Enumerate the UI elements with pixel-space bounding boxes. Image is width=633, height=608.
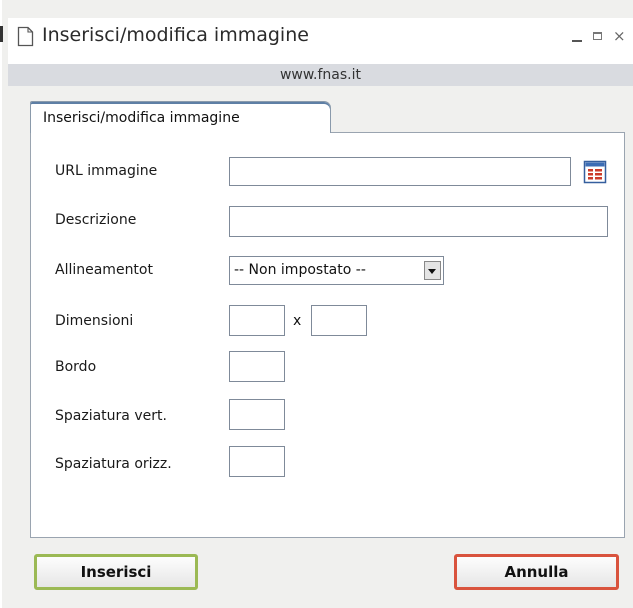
vspace-label: Spaziatura vert. bbox=[55, 408, 167, 424]
left-window-edge bbox=[0, 0, 3, 608]
url-bar: www.fnas.it bbox=[8, 64, 633, 86]
tab-insert-edit-image[interactable]: Inserisci/modifica immagine bbox=[30, 101, 331, 133]
insert-button[interactable]: Inserisci bbox=[34, 554, 198, 590]
maximize-icon[interactable] bbox=[593, 32, 602, 40]
description-label: Descrizione bbox=[55, 212, 137, 228]
close-icon[interactable]: × bbox=[613, 28, 626, 44]
width-input[interactable] bbox=[229, 305, 285, 336]
file-browser-icon[interactable] bbox=[583, 160, 607, 184]
dimensions-label: Dimensioni bbox=[55, 313, 134, 329]
minimize-icon[interactable] bbox=[572, 40, 582, 42]
hspace-label: Spaziatura orizz. bbox=[55, 456, 172, 472]
description-input[interactable] bbox=[229, 206, 608, 237]
alignment-selected-value: -- Non impostato -- bbox=[234, 262, 366, 278]
window-title: Inserisci/modifica immagine bbox=[42, 24, 309, 46]
border-label: Bordo bbox=[55, 359, 97, 375]
vspace-input[interactable] bbox=[229, 399, 285, 430]
chevron-down-icon[interactable] bbox=[424, 261, 441, 280]
border-input[interactable] bbox=[229, 351, 285, 382]
url-input[interactable] bbox=[229, 157, 571, 186]
dimensions-separator: x bbox=[293, 313, 302, 329]
image-dialog-window: Inserisci/modifica immagine × www.fnas.i… bbox=[0, 0, 633, 608]
edge-marker bbox=[0, 26, 3, 42]
alignment-label: Allineamentot bbox=[55, 262, 153, 278]
hspace-input[interactable] bbox=[229, 446, 285, 477]
url-label: URL immagine bbox=[55, 163, 158, 179]
height-input[interactable] bbox=[311, 305, 367, 336]
cancel-button[interactable]: Annulla bbox=[454, 554, 619, 590]
alignment-select[interactable]: -- Non impostato -- bbox=[229, 256, 444, 285]
document-icon bbox=[17, 26, 34, 47]
tab-label: Inserisci/modifica immagine bbox=[43, 110, 240, 126]
